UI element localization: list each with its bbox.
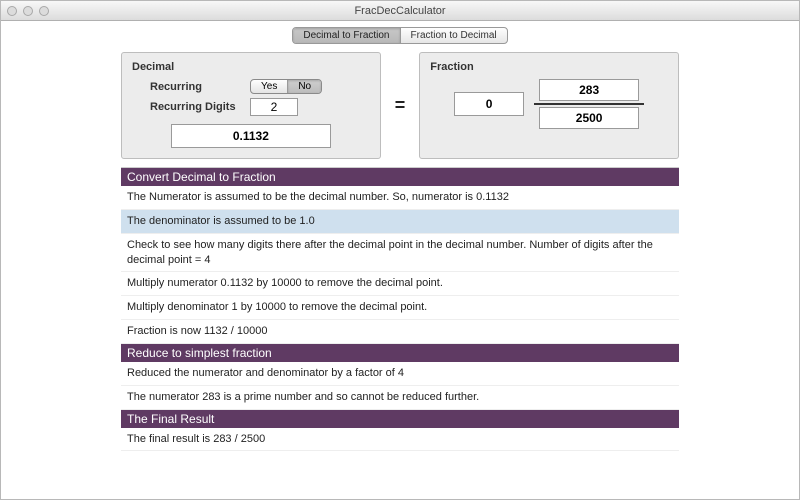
step-row: The Numerator is assumed to be the decim… — [121, 186, 679, 210]
mode-tabbar: Decimal to Fraction Fraction to Decimal — [1, 27, 799, 44]
close-icon[interactable] — [7, 6, 17, 16]
io-panels: Decimal Recurring Yes No Recurring Digit… — [121, 52, 679, 159]
fraction-denominator-input[interactable] — [539, 107, 639, 129]
recurring-digits-label: Recurring Digits — [150, 101, 242, 113]
step-row: Check to see how many digits there after… — [121, 234, 679, 273]
decimal-panel: Decimal Recurring Yes No Recurring Digit… — [121, 52, 381, 159]
fraction-display — [430, 79, 668, 129]
recurring-label: Recurring — [150, 81, 242, 93]
content-area: Decimal to Fraction Fraction to Decimal … — [1, 21, 799, 499]
section-convert-header: Convert Decimal to Fraction — [121, 168, 679, 186]
recurring-digits-input[interactable] — [250, 98, 298, 116]
minimize-icon[interactable] — [23, 6, 33, 16]
step-row: The final result is 283 / 2500 — [121, 428, 679, 452]
equals-sign: = — [391, 52, 410, 159]
decimal-value-input[interactable] — [171, 124, 331, 148]
fraction-panel: Fraction — [419, 52, 679, 159]
fraction-panel-title: Fraction — [430, 61, 668, 73]
recurring-yes[interactable]: Yes — [251, 80, 288, 93]
step-row: Reduced the numerator and denominator by… — [121, 362, 679, 386]
tab-fraction-to-decimal[interactable]: Fraction to Decimal — [401, 28, 507, 43]
window-title: FracDecCalculator — [1, 5, 799, 17]
app-window: FracDecCalculator Decimal to Fraction Fr… — [0, 0, 800, 500]
section-reduce-header: Reduce to simplest fraction — [121, 344, 679, 362]
titlebar: FracDecCalculator — [1, 1, 799, 21]
fraction-stack — [534, 79, 644, 129]
fraction-bar — [534, 103, 644, 105]
step-row: Fraction is now 1132 / 10000 — [121, 320, 679, 344]
step-row: Multiply denominator 1 by 10000 to remov… — [121, 296, 679, 320]
recurring-no[interactable]: No — [288, 80, 321, 93]
fraction-whole-input[interactable] — [454, 92, 524, 116]
decimal-panel-title: Decimal — [132, 61, 370, 73]
window-controls — [7, 6, 49, 16]
step-row: The denominator is assumed to be 1.0 — [121, 210, 679, 234]
step-row: The numerator 283 is a prime number and … — [121, 386, 679, 410]
fraction-numerator-input[interactable] — [539, 79, 639, 101]
recurring-toggle[interactable]: Yes No — [250, 79, 322, 94]
mode-tabs: Decimal to Fraction Fraction to Decimal — [292, 27, 507, 44]
zoom-icon[interactable] — [39, 6, 49, 16]
tab-decimal-to-fraction[interactable]: Decimal to Fraction — [293, 28, 400, 43]
step-row: Multiply numerator 0.1132 by 10000 to re… — [121, 272, 679, 296]
steps-list: Convert Decimal to Fraction The Numerato… — [121, 167, 679, 451]
section-final-header: The Final Result — [121, 410, 679, 428]
